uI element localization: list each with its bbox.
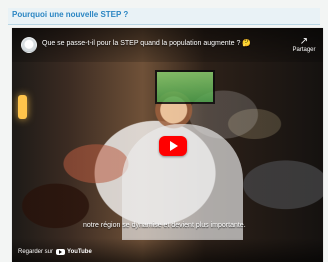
youtube-play-icon — [170, 141, 178, 151]
background-tv-screen — [155, 70, 215, 104]
watch-on-youtube-bar: Regarder sur YouTube — [12, 238, 323, 262]
video-subtitle: notre région se dynamise et devient plus… — [83, 222, 246, 229]
share-label: Partager — [292, 47, 316, 53]
watch-on-youtube-link[interactable]: Regarder sur YouTube — [18, 247, 92, 257]
play-button[interactable] — [159, 136, 187, 156]
video-title[interactable]: Que se passe-t-il pour la STEP quand la … — [42, 39, 262, 48]
video-top-bar: Que se passe-t-il pour la STEP quand la … — [12, 28, 323, 62]
share-button[interactable]: ↗ Partager — [289, 36, 319, 56]
youtube-logo-text: YouTube — [67, 249, 92, 255]
page: Pourquoi une nouvelle STEP ? Que se pass… — [0, 0, 328, 262]
youtube-logo: YouTube — [56, 249, 92, 255]
section-title: Pourquoi une nouvelle STEP ? — [12, 10, 129, 19]
watch-on-label: Regarder sur — [18, 249, 54, 255]
youtube-logo-icon — [56, 249, 66, 255]
share-arrow-icon: ↗ — [299, 36, 309, 47]
youtube-video-player[interactable]: Que se passe-t-il pour la STEP quand la … — [12, 28, 323, 262]
section-header: Pourquoi une nouvelle STEP ? — [8, 8, 320, 25]
channel-avatar-icon[interactable] — [21, 37, 37, 53]
background-lamp — [18, 95, 27, 119]
